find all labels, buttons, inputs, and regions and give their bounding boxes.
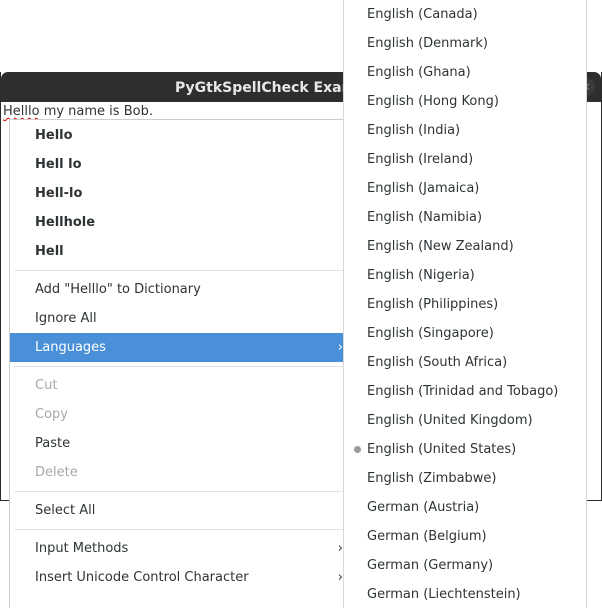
language-item[interactable]: German (Germany)	[344, 551, 586, 580]
language-item[interactable]: English (Ghana)	[344, 58, 586, 87]
language-item[interactable]: English (Zimbabwe)	[344, 464, 586, 493]
languages-list: English (Canada) English (Denmark) English…	[344, 0, 586, 608]
language-label: English (Nigeria)	[367, 268, 475, 283]
language-label: English (Ireland)	[367, 152, 474, 167]
language-label: English (Trinidad and Tobago)	[367, 384, 559, 399]
language-label: English (Namibia)	[367, 210, 483, 225]
languages-item[interactable]: Languages ›	[10, 333, 343, 362]
paste-item[interactable]: Paste	[10, 429, 343, 458]
language-item[interactable]: English (India)	[344, 116, 586, 145]
cut-item: Cut	[35, 378, 58, 393]
language-item[interactable]: German (Austria)	[344, 493, 586, 522]
language-item[interactable]: English (Philippines)	[344, 290, 586, 319]
language-label: German (Germany)	[367, 558, 494, 573]
language-label: English (New Zealand)	[367, 239, 514, 254]
language-item[interactable]: English (Trinidad and Tobago)	[344, 377, 586, 406]
language-label: German (Belgium)	[367, 529, 487, 544]
language-label: English (United States)	[367, 442, 517, 457]
language-item[interactable]: English (South Africa)	[344, 348, 586, 377]
language-item[interactable]: English (Jamaica)	[344, 174, 586, 203]
suggestion-item[interactable]: Hellhole	[10, 208, 343, 237]
language-label: English (Jamaica)	[367, 181, 480, 196]
language-item[interactable]: English (New Zealand)	[344, 232, 586, 261]
language-label: German (Austria)	[367, 500, 480, 515]
language-label: English (Philippines)	[367, 297, 499, 312]
text-content: Helllo my name is Bob.	[3, 104, 153, 119]
languages-label: Languages	[35, 340, 106, 355]
language-label: English (Singapore)	[367, 326, 494, 341]
language-item[interactable]: English (Ireland)	[344, 145, 586, 174]
language-label: English (South Africa)	[367, 355, 508, 370]
language-label: English (Zimbabwe)	[367, 471, 497, 486]
languages-submenu: English (Canada) English (Denmark) English…	[343, 0, 587, 608]
language-item[interactable]: English (United States)	[344, 435, 586, 464]
insert-unicode-item[interactable]: Insert Unicode Control Character ›	[10, 563, 343, 592]
language-item[interactable]: English (Canada)	[344, 0, 586, 29]
context-menu: Hello Hell lo Hell-lo Hellhole Hell Add …	[9, 119, 344, 608]
language-label: English (Denmark)	[367, 36, 488, 51]
text-rest: my name is Bob.	[39, 104, 153, 119]
language-label: English (Hong Kong)	[367, 94, 499, 109]
language-label: English (Ghana)	[367, 65, 471, 80]
delete-item: Delete	[35, 465, 78, 480]
copy-item: Copy	[35, 407, 68, 422]
menu-separator	[14, 491, 343, 492]
language-item[interactable]: English (United Kingdom)	[344, 406, 586, 435]
language-label: English (United Kingdom)	[367, 413, 533, 428]
language-label: English (Canada)	[367, 7, 478, 22]
language-item[interactable]: German (Liechtenstein)	[344, 580, 586, 608]
suggestion-item[interactable]: Hell-lo	[10, 179, 343, 208]
suggestion-item[interactable]: Hell	[10, 237, 343, 266]
insert-unicode-label: Insert Unicode Control Character	[35, 570, 249, 585]
add-to-dictionary-item[interactable]: Add "Helllo" to Dictionary	[10, 275, 343, 304]
language-item[interactable]: English (Namibia)	[344, 203, 586, 232]
input-methods-label: Input Methods	[35, 541, 129, 556]
ignore-all-item[interactable]: Ignore All	[10, 304, 343, 333]
radio-selected-icon	[354, 446, 361, 453]
suggestion-item[interactable]: Hell lo	[10, 150, 343, 179]
select-all-item[interactable]: Select All	[10, 496, 343, 525]
menu-separator	[14, 366, 343, 367]
language-item[interactable]: English (Singapore)	[344, 319, 586, 348]
input-methods-item[interactable]: Input Methods ›	[10, 534, 343, 563]
menu-separator	[14, 270, 343, 271]
language-label: English (India)	[367, 123, 461, 138]
language-label: German (Liechtenstein)	[367, 587, 521, 602]
suggestion-item[interactable]: Hello	[10, 121, 343, 150]
language-item[interactable]: English (Denmark)	[344, 29, 586, 58]
menu-separator	[14, 529, 343, 530]
language-item[interactable]: English (Nigeria)	[344, 261, 586, 290]
language-item[interactable]: English (Hong Kong)	[344, 87, 586, 116]
misspelled-word[interactable]: Helllo	[3, 104, 40, 119]
language-item[interactable]: German (Belgium)	[344, 522, 586, 551]
